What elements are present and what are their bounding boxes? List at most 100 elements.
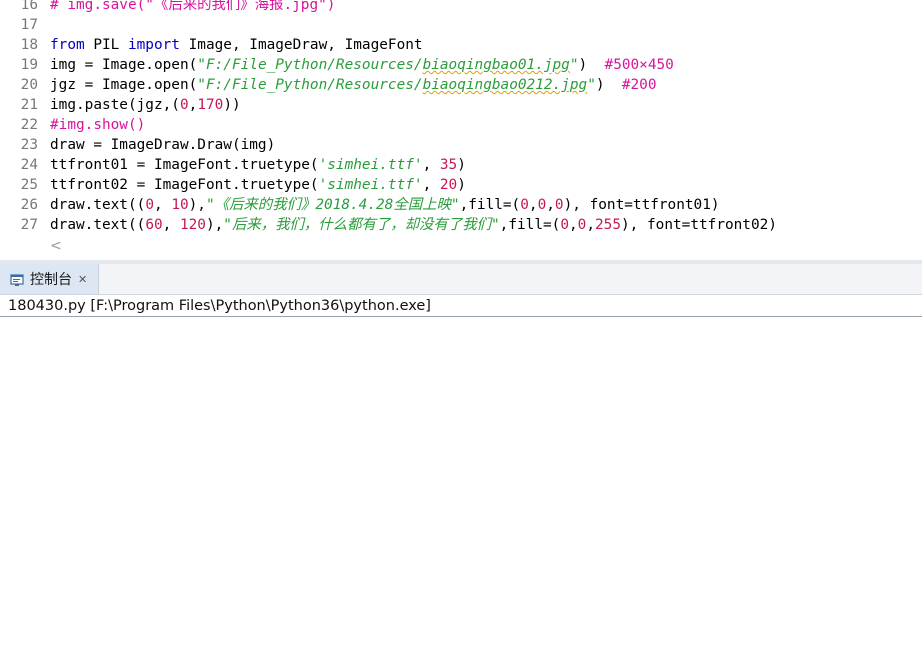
code-text: draw.text((60, 120),"后来，我们，什么都有了，却没有了我们"… [50, 215, 777, 235]
line-number: 24 [20, 157, 38, 173]
code-token: biaoqingbao01.jpg [422, 57, 570, 73]
line-number: 26 [20, 197, 38, 213]
code-text: #img.show() [50, 115, 145, 135]
code-token: 35 [439, 157, 458, 173]
code-token: # img.save("《后来的我们》海报.jpg") [50, 0, 336, 13]
code-line[interactable]: 17 [0, 15, 922, 35]
code-token: )) [223, 97, 241, 113]
code-token: ) [457, 177, 466, 193]
code-token: , [422, 177, 440, 193]
line-number: 23 [20, 137, 38, 153]
code-token: 0 [554, 197, 564, 213]
code-line[interactable]: 25 ttfront02 = ImageFont.truetype('simhei… [0, 175, 922, 195]
code-text: ttfront02 = ImageFont.truetype('simhei.t… [50, 175, 466, 195]
code-token: from [50, 37, 85, 53]
code-token: #500×450 [604, 57, 674, 73]
code-text: img = Image.open("F:/File_Python/Resourc… [50, 55, 674, 75]
code-line[interactable]: 20 jgz = Image.open("F:/File_Python/Resou… [0, 75, 922, 95]
code-token: ttfront01 = ImageFont.truetype( [50, 157, 319, 173]
line-number: 21 [20, 97, 38, 113]
code-line[interactable]: 19 img = Image.open("F:/File_Python/Resou… [0, 55, 922, 75]
code-token: 60 [145, 217, 163, 233]
code-token: ) [595, 77, 622, 93]
console-process-header: 180430.py [F:\Program Files\Python\Pytho… [0, 295, 922, 317]
code-token: ,fill=( [499, 217, 561, 233]
code-text: from PIL import Image, ImageDraw, ImageF… [50, 35, 423, 55]
line-number: 20 [20, 77, 38, 93]
code-text: draw = ImageDraw.Draw(img) [50, 135, 275, 155]
line-number: 16 [20, 0, 38, 13]
code-token: draw = ImageDraw.Draw(img) [50, 137, 276, 153]
code-line[interactable]: 26 draw.text((0, 10),"《后来的我们》2018.4.28全国上… [0, 195, 922, 215]
code-line[interactable]: 24 ttfront01 = ImageFont.truetype('simhei… [0, 155, 922, 175]
code-token: ttfront02 = ImageFont.truetype( [50, 177, 319, 193]
line-number: 18 [20, 37, 38, 53]
code-token: , [569, 217, 578, 233]
code-token: img.paste(jgz,( [50, 97, 180, 113]
code-token: PIL [84, 37, 128, 53]
chevron-left-icon[interactable]: < [50, 236, 70, 256]
code-token: , [586, 217, 596, 233]
code-token: ) [457, 157, 466, 173]
code-line[interactable]: 23 draw = ImageDraw.Draw(img) [0, 135, 922, 155]
code-token: , [528, 197, 538, 213]
code-token: ,fill=( [459, 197, 521, 213]
console-icon [10, 272, 24, 286]
code-token: , [162, 217, 180, 233]
line-number: 17 [20, 17, 38, 33]
code-text: # img.save("《后来的我们》海报.jpg") [50, 0, 335, 15]
code-token: 0 [179, 97, 189, 113]
code-token: draw.text(( [50, 217, 146, 233]
line-number: 25 [20, 177, 38, 193]
code-token: 120 [179, 217, 206, 233]
tab-console[interactable]: 控制台 ✕ [0, 264, 99, 294]
code-token: "《后来的我们》2018.4.28全国上映" [205, 197, 460, 213]
code-token: 0 [520, 197, 529, 213]
line-number: 19 [20, 57, 38, 73]
code-token: ) [578, 57, 605, 73]
code-token: draw.text(( [50, 197, 146, 213]
code-token: img = Image.open( [50, 57, 198, 73]
code-token: #img.show() [50, 117, 146, 133]
code-token: , [153, 197, 172, 213]
code-text: ttfront01 = ImageFont.truetype('simhei.t… [50, 155, 466, 175]
code-token: Image, ImageDraw, ImageFont [179, 37, 423, 53]
code-token: ), font=ttfront02) [621, 217, 777, 233]
code-token: 0 [145, 197, 154, 213]
code-token: import [127, 37, 180, 53]
code-token: ), [188, 197, 206, 213]
code-line[interactable]: 22 #img.show() [0, 115, 922, 135]
code-text: draw.text((0, 10),"《后来的我们》2018.4.28全国上映"… [50, 195, 720, 215]
code-token: 10 [171, 197, 189, 213]
code-line[interactable]: 21 img.paste(jgz,(0,170)) [0, 95, 922, 115]
code-token: 20 [439, 177, 458, 193]
code-token: , [546, 197, 555, 213]
code-token: biaoqingbao0212.jpg [422, 77, 588, 93]
code-token: "F:/File_Python/Resources/ [197, 57, 423, 73]
code-token: 255 [595, 217, 622, 233]
code-token: 'simhei.ttf' [318, 177, 423, 193]
code-token: , [422, 157, 440, 173]
line-number: 27 [20, 217, 38, 233]
code-line[interactable]: 16 # img.save("《后来的我们》海报.jpg") [0, 0, 922, 15]
console-tab-label: 控制台 [30, 272, 72, 288]
code-text: jgz = Image.open("F:/File_Python/Resourc… [50, 75, 657, 95]
code-token: 0 [537, 197, 547, 213]
code-token: 170 [197, 97, 224, 113]
code-token: " [587, 77, 596, 93]
code-editor[interactable]: 16 # img.save("《后来的我们》海报.jpg") 17 18 from PI… [0, 0, 922, 260]
code-token: ), [205, 217, 224, 233]
code-token: "F:/File_Python/Resources/ [197, 77, 423, 93]
code-token: 'simhei.ttf' [318, 157, 423, 173]
code-line[interactable]: 18 from PIL import Image, ImageDraw, Imag… [0, 35, 922, 55]
code-text: img.paste(jgz,(0,170)) [50, 95, 241, 115]
code-token: ), font=ttfront01) [563, 197, 720, 213]
console-tabbar: 控制台 ✕ [0, 264, 922, 295]
code-token: "后来，我们，什么都有了，却没有了我们" [223, 217, 500, 233]
console-output[interactable] [0, 318, 922, 666]
close-icon[interactable]: ✕ [78, 273, 87, 286]
code-line[interactable]: 27 draw.text((60, 120),"后来，我们，什么都有了，却没有了我… [0, 215, 922, 235]
code-token: 0 [560, 217, 569, 233]
code-token: #200 [621, 77, 657, 93]
line-number: 22 [20, 117, 38, 133]
